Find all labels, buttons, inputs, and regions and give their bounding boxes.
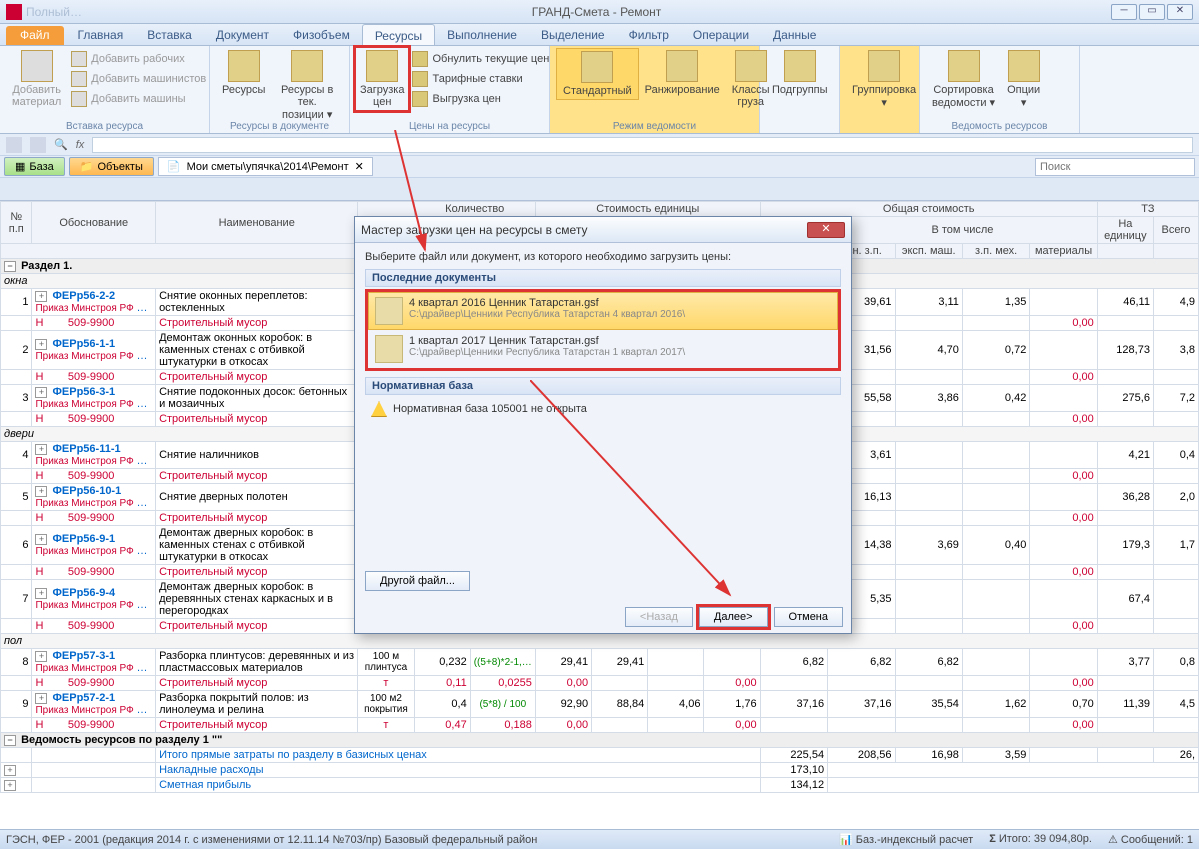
minimize-button[interactable]: ─ xyxy=(1111,4,1137,20)
status-msg[interactable]: ⚠ Сообщений: 1 xyxy=(1108,833,1193,846)
close-tab-icon[interactable]: ✕ xyxy=(355,160,364,173)
col-qty: Количество xyxy=(414,202,535,217)
warning-icon xyxy=(371,401,387,417)
group-prices-label: Цены на ресурсы xyxy=(350,121,549,132)
search-input[interactable] xyxy=(1035,158,1195,176)
tab-filter[interactable]: Фильтр xyxy=(617,24,681,45)
tab-selection[interactable]: Выделение xyxy=(529,24,617,45)
tab-data[interactable]: Данные xyxy=(761,24,828,45)
tab-file[interactable]: Файл xyxy=(6,26,64,45)
tab-main[interactable]: Главная xyxy=(66,24,136,45)
dialog-instruction: Выберите файл или документ, из которого … xyxy=(365,251,841,263)
subgroups-button[interactable]: Подгруппы xyxy=(766,48,834,98)
tab-document[interactable]: Документ xyxy=(204,24,281,45)
grouping-button[interactable]: Группировка ▾ xyxy=(846,48,922,111)
col-vsego: Всего xyxy=(1153,217,1198,244)
app-name-left: Полный… xyxy=(26,5,82,19)
norm-warning: Нормативная база 105001 не открыта xyxy=(365,395,841,423)
undo-icon[interactable] xyxy=(6,137,22,153)
cancel-button[interactable]: Отмена xyxy=(774,607,843,627)
ranking-button[interactable]: Ранжирование xyxy=(639,48,726,98)
sort-button[interactable]: Сортировка ведомости ▾ xyxy=(926,48,1001,111)
document-tab[interactable]: 📄Мои сметы\упячка\2014\Ремонт✕ xyxy=(158,157,373,176)
quick-access: 🔍 fx xyxy=(0,134,1199,156)
col-name: Наименование xyxy=(156,202,358,244)
col-t3: ТЗ xyxy=(1097,202,1198,217)
file-icon xyxy=(375,335,403,363)
next-button[interactable]: Далее> xyxy=(699,607,768,627)
zero-prices[interactable]: Обнулить текущие цены xyxy=(408,50,561,68)
tab-fizobem[interactable]: Физобъем xyxy=(281,24,362,45)
col-osn: Обоснование xyxy=(32,202,156,244)
find-icon[interactable]: 🔍 xyxy=(54,138,68,151)
formula-bar[interactable] xyxy=(92,137,1193,153)
status-left: ГЭСН, ФЕР - 2001 (редакция 2014 г. с изм… xyxy=(6,834,537,846)
price-wizard-dialog: Мастер загрузки цен на ресурсы в смету ✕… xyxy=(354,216,852,634)
objects-button[interactable]: 📁Объекты xyxy=(69,157,154,176)
tabstrip: ▦База 📁Объекты 📄Мои сметы\упячка\2014\Ре… xyxy=(0,156,1199,178)
add-machinists: Добавить машинистов xyxy=(67,70,210,88)
col-num: № п.п xyxy=(1,202,32,244)
col-vtom: В том числе xyxy=(828,217,1098,244)
group-mode-label: Режим ведомости xyxy=(550,121,759,132)
options-button[interactable]: Опции ▾ xyxy=(1001,48,1046,111)
redo-icon[interactable] xyxy=(30,137,46,153)
tariff-rates[interactable]: Тарифные ставки xyxy=(408,70,561,88)
group-insert-label: Вставка ресурса xyxy=(0,121,209,132)
dialog-close-button[interactable]: ✕ xyxy=(807,222,845,238)
export-prices[interactable]: Выгрузка цен xyxy=(408,90,561,108)
ribbon-tabs: Файл Главная Вставка Документ Физобъем Р… xyxy=(0,24,1199,46)
window-title: ГРАНД-Смета - Ремонт xyxy=(82,5,1111,19)
col-unitcost: Стоимость единицы xyxy=(535,202,760,217)
base-button[interactable]: ▦База xyxy=(4,157,65,176)
statusbar: ГЭСН, ФЕР - 2001 (редакция 2014 г. с изм… xyxy=(0,829,1199,849)
back-button: <Назад xyxy=(625,607,693,627)
dialog-title: Мастер загрузки цен на ресурсы в смету xyxy=(361,223,587,237)
ribbon-body: Добавить материал Добавить рабочих Добав… xyxy=(0,46,1199,134)
recent-item-2[interactable]: 1 квартал 2017 Ценник Татарстан.gsfC:\др… xyxy=(368,330,838,368)
group-ved-label: Ведомость ресурсов xyxy=(920,121,1079,132)
status-calc: 📊 Баз.-индексный расчет xyxy=(839,833,973,846)
col-naed: На единицу xyxy=(1097,217,1153,244)
tab-resources[interactable]: Ресурсы xyxy=(362,24,435,45)
close-button[interactable]: ✕ xyxy=(1167,4,1193,20)
recent-item-1[interactable]: 4 квартал 2016 Ценник Татарстан.gsfC:\др… xyxy=(368,292,838,330)
tab-execution[interactable]: Выполнение xyxy=(435,24,529,45)
norm-section: Нормативная база xyxy=(365,377,841,395)
col-total: Общая стоимость xyxy=(760,202,1097,217)
dialog-titlebar: Мастер загрузки цен на ресурсы в смету ✕ xyxy=(355,217,851,243)
tab-insert[interactable]: Вставка xyxy=(135,24,204,45)
recent-list: 4 квартал 2016 Ценник Татарстан.gsfC:\др… xyxy=(365,289,841,371)
status-sum: Σ Итого: 39 094,80р. xyxy=(989,833,1092,846)
recent-section: Последние документы xyxy=(365,269,841,287)
add-workers: Добавить рабочих xyxy=(67,50,210,68)
resources-button[interactable]: Ресурсы xyxy=(216,48,271,98)
other-file-button[interactable]: Другой файл... xyxy=(365,571,470,591)
load-prices-button[interactable]: Загрузка цен xyxy=(356,48,408,110)
file-icon xyxy=(375,297,403,325)
add-material-button: Добавить материал xyxy=(6,48,67,110)
tab-operations[interactable]: Операции xyxy=(681,24,761,45)
maximize-button[interactable]: ▭ xyxy=(1139,4,1165,20)
group-docres-label: Ресурсы в документе xyxy=(210,121,349,132)
app-icon xyxy=(6,4,22,20)
titlebar: Полный… ГРАНД-Смета - Ремонт ─ ▭ ✕ xyxy=(0,0,1199,24)
resources-pos-button[interactable]: Ресурсы в тек. позиции ▾ xyxy=(271,48,343,123)
add-machines: Добавить машины xyxy=(67,90,210,108)
standard-button[interactable]: Стандартный xyxy=(556,48,639,100)
fx-label: fx xyxy=(76,139,85,151)
